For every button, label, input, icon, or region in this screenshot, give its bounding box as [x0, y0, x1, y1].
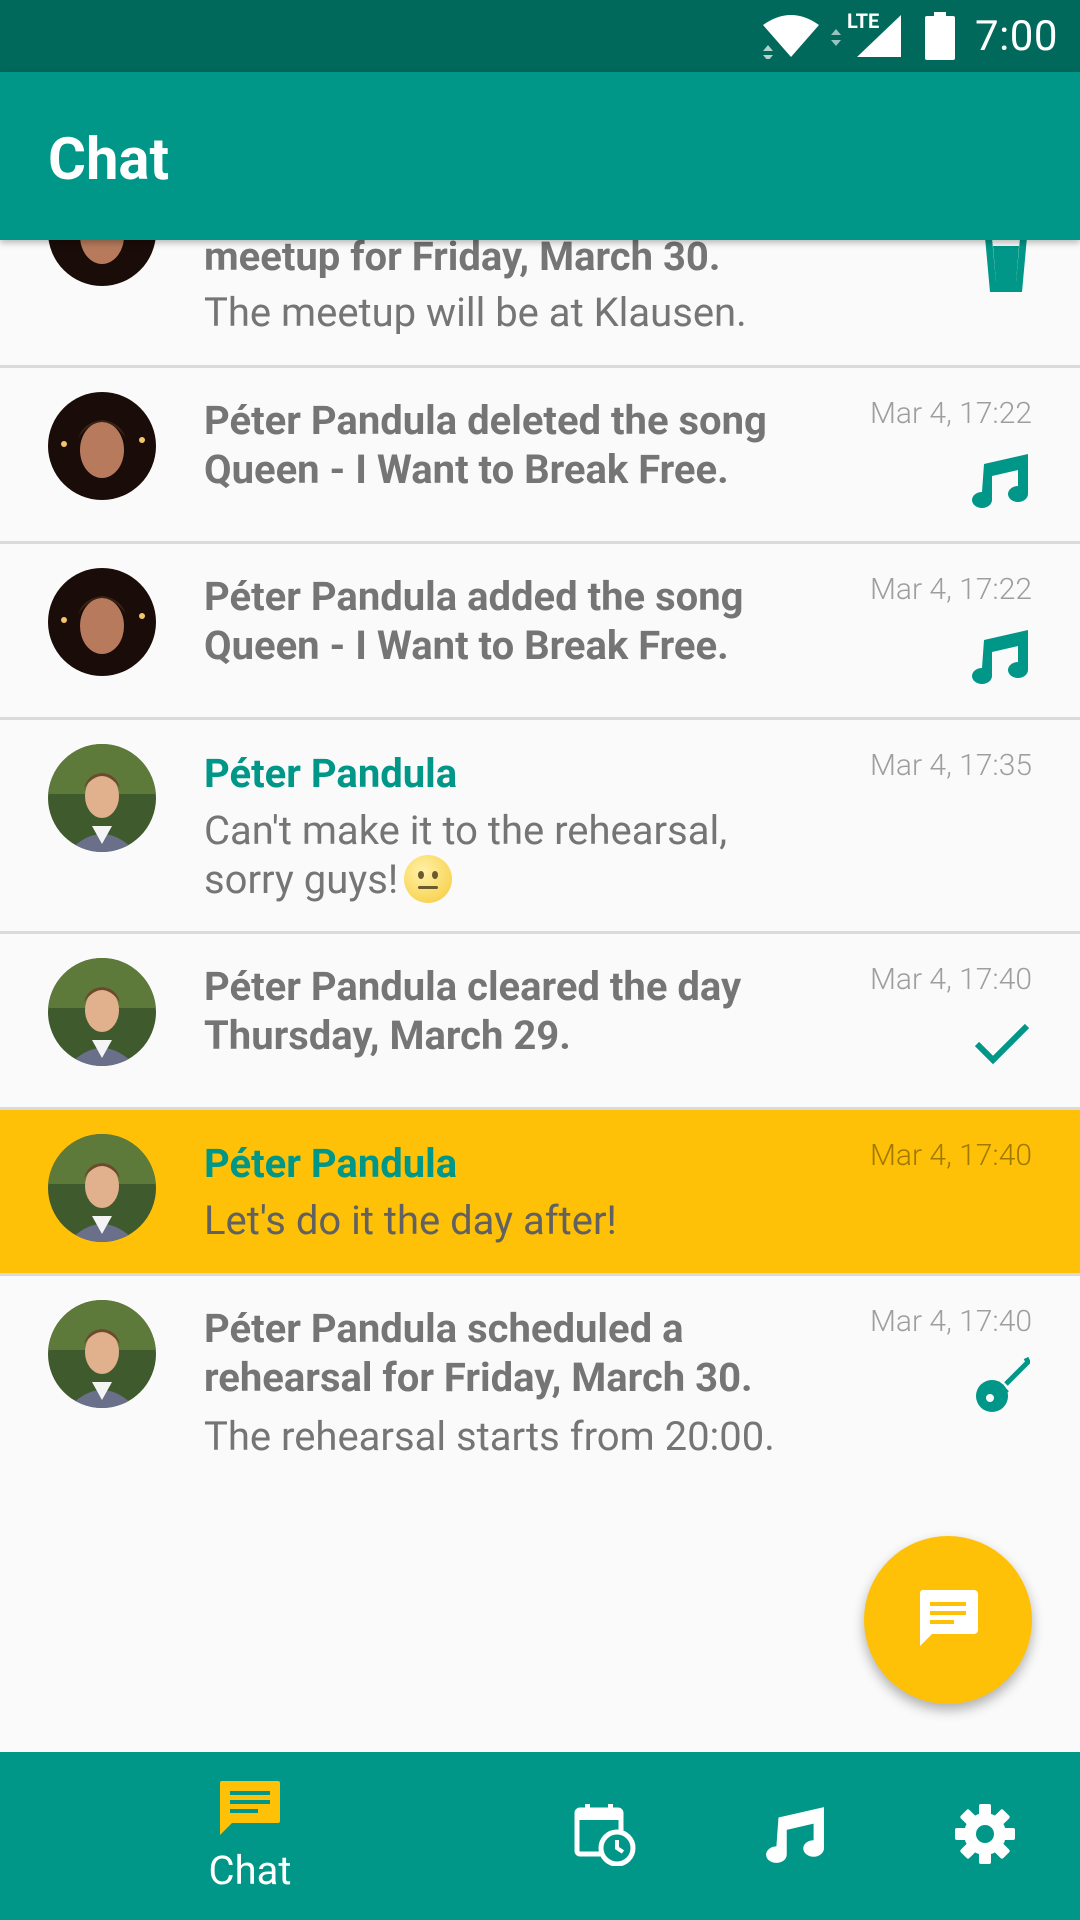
- status-time: 7:00: [975, 11, 1058, 61]
- avatar: [48, 568, 156, 676]
- message-detail: The rehearsal starts from 20:00.: [204, 1413, 775, 1460]
- music-note-icon: [764, 1805, 826, 1867]
- wifi-icon: [761, 13, 821, 59]
- message-time: Mar 4, 17:40: [869, 962, 1032, 997]
- list-item[interactable]: Péter Pandula scheduled a rehearsal for …: [0, 1276, 1080, 1496]
- avatar: [48, 744, 156, 852]
- list-item[interactable]: Péter Pandula Can't make it to the rehea…: [0, 720, 1080, 934]
- system-message-text: Péter Pandula added the song Queen - I W…: [204, 573, 744, 669]
- bottom-navigation: Chat: [0, 1752, 1080, 1920]
- music-note-icon: [970, 628, 1030, 684]
- message-time: Mar 4, 17:22: [869, 572, 1032, 607]
- system-message-text: meetup for Friday, March 30.: [204, 240, 721, 280]
- nav-tab-songs[interactable]: [740, 1752, 850, 1920]
- avatar: [48, 1300, 156, 1408]
- list-item[interactable]: Péter Pandula deleted the song Queen - I…: [0, 368, 1080, 544]
- system-message-text: Péter Pandula deleted the song Queen - I…: [204, 397, 767, 493]
- neutral-face-emoji-icon: [404, 855, 453, 903]
- music-note-icon: [970, 452, 1030, 508]
- lte-signal-icon: LTE: [829, 9, 903, 59]
- list-item[interactable]: Péter Pandula added the song Queen - I W…: [0, 544, 1080, 720]
- message-body: Can't make it to the rehearsal, sorry gu…: [204, 807, 728, 903]
- avatar: [48, 392, 156, 500]
- nav-tab-settings[interactable]: [930, 1752, 1040, 1920]
- message-time: Mar 4, 17:40: [869, 1304, 1032, 1339]
- list-item[interactable]: Péter Pandula Let's do it the day after!…: [0, 1110, 1080, 1276]
- settings-icon: [954, 1803, 1016, 1869]
- sender-name: Péter Pandula: [204, 750, 458, 797]
- avatar: [48, 958, 156, 1066]
- chat-icon: [218, 1779, 282, 1843]
- calendar-clock-icon: [573, 1802, 637, 1870]
- message-text: Can't make it to the rehearsal, sorry gu…: [204, 806, 804, 904]
- nav-tab-calendar[interactable]: [550, 1752, 660, 1920]
- sender-name: Péter Pandula: [204, 1140, 458, 1187]
- message-time: Mar 4, 17:40: [869, 1138, 1032, 1173]
- message-icon: [916, 1586, 980, 1654]
- nav-tab-chat[interactable]: Chat: [190, 1752, 310, 1920]
- list-item[interactable]: Péter Pandula cleared the day Thursday, …: [0, 934, 1080, 1110]
- message-text: Let's do it the day after!: [204, 1197, 617, 1244]
- message-time: Mar 4, 17:35: [869, 748, 1032, 783]
- message-time: Mar 4, 17:22: [869, 396, 1032, 431]
- page-title: Chat: [48, 126, 170, 194]
- guitar-icon: [970, 1356, 1030, 1416]
- system-message-text: Péter Pandula cleared the day Thursday, …: [204, 963, 742, 1059]
- new-message-button[interactable]: [864, 1536, 1032, 1704]
- status-bar: LTE 7:00: [0, 0, 1080, 72]
- list-item[interactable]: meetup for Friday, March 30. The meetup …: [0, 240, 1080, 368]
- message-detail: The meetup will be at Klausen.: [204, 289, 747, 336]
- drink-icon: [982, 240, 1030, 294]
- avatar: [48, 240, 156, 286]
- battery-icon: [925, 12, 955, 60]
- app-bar: Chat: [0, 72, 1080, 240]
- status-icons: LTE 7:00: [761, 0, 1058, 72]
- message-list[interactable]: meetup for Friday, March 30. The meetup …: [0, 240, 1080, 1752]
- system-message-text: Péter Pandula scheduled a rehearsal for …: [204, 1305, 753, 1401]
- network-type: LTE: [847, 9, 880, 33]
- nav-label-chat: Chat: [208, 1846, 292, 1894]
- avatar: [48, 1134, 156, 1242]
- check-icon: [974, 1022, 1030, 1066]
